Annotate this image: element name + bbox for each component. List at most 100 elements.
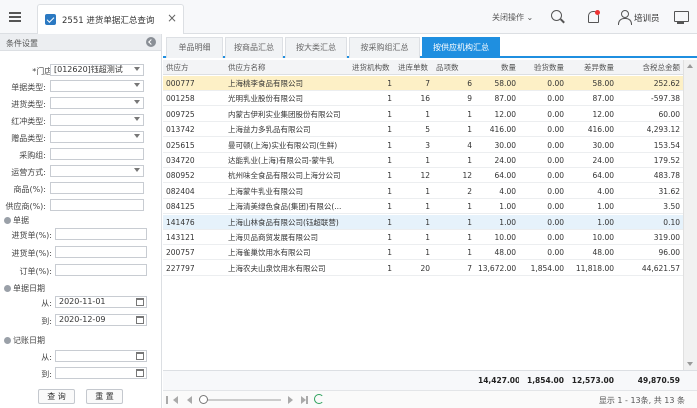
refresh-icon[interactable] — [314, 394, 324, 404]
stock-in-input[interactable] — [55, 228, 147, 240]
table-row[interactable]: 227797 上海农夫山泉饮用水有限公司 1 20 7 13,672.00 1,854.00… — [163, 261, 683, 276]
calendar-icon[interactable] — [136, 316, 144, 324]
notification-icon[interactable] — [585, 9, 601, 25]
stock-type-select[interactable] — [50, 97, 144, 109]
cell-doc-count: 1 — [425, 156, 430, 165]
cell-checked-qty: 0.00 — [547, 186, 564, 196]
col-header-org-count[interactable]: 进货机构数 — [349, 60, 395, 75]
table-row[interactable]: 084125 上海清美绿色食品(集团)有限公(... 1 1 1 1.00 0.00 1.00… — [163, 199, 683, 215]
collapse-icon[interactable] — [146, 37, 156, 47]
tab-by-buyer-group[interactable]: 按采购组汇总 — [349, 37, 420, 58]
table-row[interactable]: 080952 杭州味全食品有限公司上海分公司 1 12 12 64.00 0.00 64.00… — [163, 168, 683, 184]
table-row[interactable]: 200757 上海雀巢饮用水有限公司 1 1 1 48.00 0.00 48.00 96.00 — [163, 245, 683, 261]
doc-date-group-header[interactable]: 单据日期 — [4, 283, 45, 294]
col-header-item-count[interactable]: 品项数 — [433, 60, 475, 75]
tab-item-detail[interactable]: 单品明细 — [166, 37, 223, 58]
cell-checked-qty: 0.00 — [547, 202, 564, 212]
red-type-select[interactable] — [50, 114, 144, 126]
cell-diff-qty: 416.00 — [587, 125, 614, 135]
next-page-icon[interactable] — [288, 396, 293, 404]
chevron-down-icon — [134, 83, 140, 87]
supplier-label: 供应商(%): — [5, 202, 46, 211]
tab-by-supplier-org[interactable]: 按供应机构汇总 — [422, 37, 500, 58]
table-row[interactable]: 082404 上海蒙牛乳业有限公司 1 1 2 4.00 0.00 4.00 31.62 — [163, 184, 683, 199]
delivery-select[interactable] — [50, 165, 144, 177]
col-header-qty[interactable]: 数量 — [475, 60, 519, 75]
cell-supplier-code: 227797 — [166, 263, 195, 273]
table-row[interactable]: 009725 内蒙古伊利实业集团股份有限公司 1 1 1 12.00 0.00 12.00 60… — [163, 107, 683, 122]
product-input[interactable] — [50, 182, 144, 194]
calendar-icon[interactable] — [136, 369, 144, 377]
cell-supplier-code: 080952 — [166, 171, 195, 181]
col-header-supplier-name[interactable]: 供应方名称 — [225, 60, 349, 75]
page-slider-thumb[interactable] — [199, 395, 208, 404]
cell-item-count: 1 — [467, 202, 472, 212]
store-select[interactable]: [012620]钰超测试 — [50, 64, 144, 76]
close-icon[interactable]: × — [167, 11, 177, 25]
filter-panel-header: 条件设置 — [0, 34, 161, 51]
user-name[interactable]: 培训员 — [634, 12, 660, 24]
gift-type-select[interactable] — [50, 131, 144, 143]
first-page-icon[interactable] — [166, 396, 178, 404]
reset-button[interactable]: 重 置 — [86, 389, 123, 404]
cell-checked-qty: 0.00 — [547, 109, 564, 119]
cell-org-count: 1 — [387, 125, 392, 135]
cell-diff-qty: 4.00 — [597, 186, 614, 196]
tab-by-product[interactable]: 按商品汇总 — [225, 37, 283, 58]
post-from-date-input[interactable] — [55, 350, 147, 362]
col-header-amount[interactable]: 含税总金额 — [617, 60, 683, 75]
menu-icon[interactable] — [6, 8, 24, 26]
cell-amount: 252.62 — [653, 79, 680, 88]
to-date-input[interactable]: 2020-12-09 — [55, 314, 147, 326]
doc-group-header[interactable]: 单据 — [4, 215, 29, 226]
supplier-input[interactable] — [50, 199, 144, 211]
post-to-date-input[interactable] — [55, 367, 147, 379]
col-header-checked-qty[interactable]: 验货数量 — [519, 60, 567, 75]
filter-title: 条件设置 — [6, 39, 38, 48]
last-page-icon[interactable] — [301, 396, 308, 404]
calendar-icon[interactable] — [136, 298, 144, 306]
from-date-input[interactable]: 2020-11-01 — [55, 296, 147, 308]
page-slider[interactable] — [201, 399, 281, 401]
table-row[interactable]: 013742 上海益力多乳品有限公司 1 5 1 416.00 0.00 416.00 4,29… — [163, 122, 683, 138]
search-icon[interactable] — [550, 9, 566, 25]
cell-checked-qty: 0.00 — [547, 140, 564, 150]
table-row[interactable]: 025615 曼可顿(上海)实业有限公司(生鲜) 1 3 4 30.00 0.00 30.00… — [163, 138, 683, 153]
calendar-icon[interactable] — [136, 352, 144, 360]
stock-in-label: 进货单(%): — [11, 231, 52, 240]
table-row[interactable]: 001258 光明乳业股份有限公司 1 16 9 87.00 0.00 87.00 -597.3… — [163, 91, 683, 107]
vertical-scrollbar[interactable] — [683, 60, 697, 370]
cell-item-count: 1 — [467, 217, 472, 227]
cell-qty: 1.00 — [499, 217, 516, 227]
doc-type-select[interactable] — [50, 80, 144, 92]
query-button[interactable]: 查 询 — [38, 389, 75, 404]
cell-amount: 3.50 — [663, 202, 680, 212]
col-header-diff-qty[interactable]: 差异数量 — [567, 60, 617, 75]
cell-qty: 48.00 — [494, 248, 516, 258]
post-to-label: 到: — [41, 370, 52, 379]
monitor-icon[interactable] — [673, 9, 689, 25]
table-row[interactable]: 143121 上海贝品商贸发展有限公司 1 1 1 10.00 0.00 10.00 319.0… — [163, 230, 683, 245]
order-input[interactable] — [55, 264, 147, 276]
tab-title: 2551 进货单据汇总查询 — [62, 16, 155, 26]
user-icon[interactable] — [617, 9, 633, 25]
cell-supplier-code: 200757 — [166, 248, 195, 258]
post-date-group-header[interactable]: 记账日期 — [4, 335, 45, 346]
table-row[interactable]: 000777 上海桃李食品有限公司 1 7 6 58.00 0.00 58.00 252.62 — [163, 76, 683, 91]
prev-page-icon[interactable] — [187, 396, 192, 404]
cell-amount: 44,621.57 — [641, 263, 680, 273]
buyer-group-input[interactable] — [50, 148, 144, 160]
close-operations-menu[interactable]: 关闭操作 ⌄ — [492, 12, 533, 23]
table-row[interactable]: 034720 达能乳业(上海)有限公司-蒙牛乳 1 1 1 24.00 0.00 24.00 1… — [163, 153, 683, 168]
stock-out-input[interactable] — [55, 246, 147, 258]
total-qty: 14,427.00 — [478, 376, 519, 385]
cell-qty: 416.00 — [489, 125, 516, 135]
tab-stock-summary[interactable]: 2551 进货单据汇总查询 × — [37, 4, 184, 34]
cell-supplier-code: 001258 — [166, 94, 195, 104]
cell-item-count: 1 — [467, 125, 472, 135]
table-row[interactable]: 141476 上海山林食品有限公司(钰超联营) 1 1 1 1.00 0.00 1.00 0.1… — [163, 214, 683, 230]
chevron-down-icon — [134, 134, 140, 138]
col-header-supplier[interactable]: 供应方 — [163, 60, 225, 75]
col-header-doc-count[interactable]: 进库单数 — [395, 60, 433, 75]
tab-by-category[interactable]: 按大类汇总 — [285, 37, 347, 58]
